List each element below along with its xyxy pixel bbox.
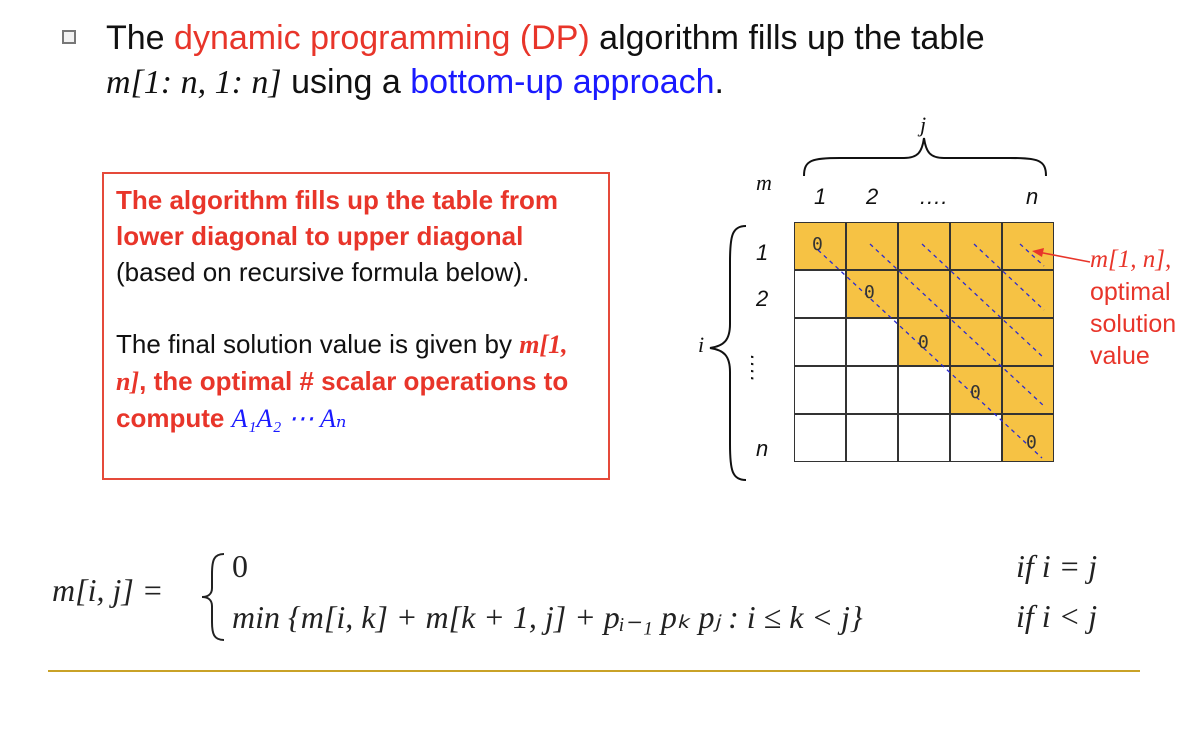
col-label-2: 2	[866, 184, 879, 209]
headline: The dynamic programming (DP) algorithm f…	[106, 16, 985, 105]
formula-lhs: m[i, j] =	[52, 572, 164, 608]
row-label-2: 2	[756, 286, 769, 311]
callout-paragraph-1: The algorithm fills up the table from lo…	[116, 182, 596, 290]
bullet-square-icon	[62, 30, 76, 44]
optimal-value-annotation: m[1, n], optimal solution value	[1090, 244, 1176, 372]
row-brace-icon	[709, 225, 747, 481]
headline-text: The	[106, 19, 175, 57]
diag-zero: 0	[1026, 432, 1037, 453]
formula-case1-value: 0	[232, 548, 248, 584]
headline-math-table: m[1: n, 1: n]	[106, 64, 282, 101]
headline-dp-term: dynamic programming (DP)	[174, 19, 590, 57]
column-brace-icon	[803, 137, 1047, 177]
headline-text-3: using a	[281, 63, 411, 101]
headline-bottom-up-term: bottom-up approach	[410, 63, 715, 101]
callout-normal-text: (based on recursive formula below).	[116, 257, 530, 287]
annotation-math: m[1, n],	[1090, 246, 1172, 273]
formula-case1-condition: if i = j	[1016, 548, 1098, 584]
callout-bold-text: The algorithm fills up the table from lo…	[116, 185, 559, 251]
formula-brace-icon	[201, 553, 225, 641]
divider-line	[48, 670, 1140, 672]
diag-zero: 0	[918, 332, 929, 353]
callout-normal-text-2: The final solution value is given by	[116, 329, 520, 359]
callout-box: The algorithm fills up the table from lo…	[102, 172, 610, 480]
row-label-n: n	[756, 436, 769, 461]
col-label-n: n	[1026, 184, 1039, 209]
callout-math-product: A₁A₂ ⋯ Aₙ	[231, 404, 347, 433]
formula-case2-value: min {m[i, k] + m[k + 1, j] + pᵢ₋₁ pₖ pⱼ …	[232, 599, 863, 635]
table-m-label: m	[756, 170, 772, 195]
diag-zero: 0	[864, 282, 875, 303]
annotation-line: value	[1090, 342, 1150, 370]
diag-zero: 0	[970, 382, 981, 403]
formula-case2-condition: if i < j	[1016, 598, 1098, 634]
arrow-icon	[1032, 248, 1091, 263]
dp-table: 0 0 0 0 0	[794, 222, 1056, 468]
annotation-line: solution	[1090, 310, 1177, 338]
diag-zero: 0	[812, 234, 823, 255]
headline-text-2: algorithm fills up the table	[589, 19, 985, 57]
headline-period: .	[714, 63, 724, 101]
callout-paragraph-2: The final solution value is given by m[1…	[116, 326, 596, 437]
col-label-dots: ....	[920, 184, 949, 209]
annotation-line: optimal	[1090, 278, 1171, 306]
col-label-1: 1	[814, 184, 827, 209]
row-label-1: 1	[756, 240, 769, 265]
